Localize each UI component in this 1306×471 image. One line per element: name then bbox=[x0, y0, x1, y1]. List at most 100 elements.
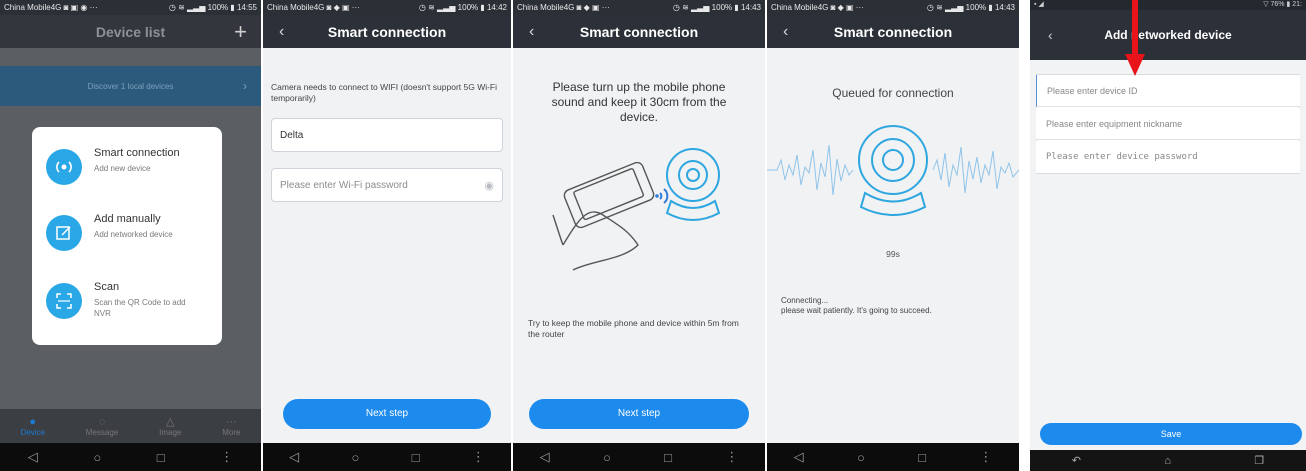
message-icon: ◌ bbox=[98, 415, 106, 428]
device-password-input[interactable]: Please enter device password bbox=[1036, 141, 1300, 173]
sound-wave-icon bbox=[655, 188, 669, 204]
recents-square-icon[interactable]: □ bbox=[664, 450, 672, 465]
menu-sub: Add new device bbox=[94, 164, 151, 173]
tab-image[interactable]: △ Image bbox=[159, 415, 181, 437]
tab-label: Message bbox=[85, 427, 119, 437]
queued-text: Queued for connection bbox=[832, 86, 954, 100]
page-title: Smart connection bbox=[833, 23, 953, 40]
more-icon: ··· bbox=[225, 415, 237, 428]
status-left: China Mobile4G ◙ ▣ ◉ ··· bbox=[4, 3, 98, 12]
status-bar: China Mobile4G ◙ ▣ ◉ ··· ◷ ≋ ▂▃▅ 100% ▮ … bbox=[0, 0, 261, 15]
tab-more[interactable]: ··· More bbox=[222, 416, 240, 437]
signal-icon: ▪ ◢ bbox=[1034, 1, 1044, 8]
android-nav-bar: ◁ ○ □ ⋮ bbox=[513, 443, 765, 471]
connecting-text: Connecting... bbox=[781, 296, 829, 305]
android-nav-bar: ↶ ⌂ ❐ bbox=[1030, 450, 1306, 471]
wait-text: please wait patiently. It's going to suc… bbox=[781, 306, 932, 315]
android-nav-bar: ◁ ○ □ ⋮ bbox=[767, 443, 1019, 471]
recents-square-icon[interactable]: □ bbox=[918, 450, 926, 465]
annotation-arrow-icon bbox=[1125, 0, 1145, 76]
menu-item-smart-connection[interactable]: Smart connection Add new device bbox=[46, 147, 208, 185]
tab-message[interactable]: ◌ Message bbox=[86, 416, 118, 437]
menu-dots-icon[interactable]: ⋮ bbox=[979, 449, 992, 465]
phone-to-camera-illustration bbox=[552, 148, 721, 271]
menu-dots-icon[interactable]: ⋮ bbox=[725, 449, 738, 465]
scan-icon bbox=[46, 283, 82, 319]
person-icon: ● bbox=[29, 415, 36, 428]
device-password-placeholder: Please enter device password bbox=[1046, 152, 1198, 162]
device-id-input[interactable]: Please enter device ID bbox=[1036, 75, 1300, 107]
back-triangle-icon[interactable]: ◁ bbox=[28, 449, 38, 465]
menu-dots-icon[interactable]: ⋮ bbox=[472, 449, 485, 465]
status-left: China Mobile4G ◙ ◆ ▣ ··· bbox=[517, 3, 610, 12]
status-left: China Mobile4G ◙ ◆ ▣ ··· bbox=[771, 3, 864, 12]
discover-text: Discover 1 local devices bbox=[87, 81, 174, 91]
camera-icon bbox=[665, 148, 721, 221]
back-triangle-icon[interactable]: ◁ bbox=[289, 449, 299, 465]
back-arrow-icon[interactable]: ↶ bbox=[1072, 454, 1081, 467]
back-chevron-icon[interactable]: ‹ bbox=[1048, 27, 1053, 43]
page-title: Device list bbox=[95, 23, 166, 40]
menu-item-add-manually[interactable]: Add manually Add networked device bbox=[46, 213, 208, 251]
eye-icon[interactable]: ◉ bbox=[484, 179, 494, 192]
wifi-name-field[interactable]: Delta bbox=[271, 118, 503, 152]
back-chevron-icon[interactable]: ‹ bbox=[529, 15, 534, 48]
screen-add-networked-device: ▪ ◢ ▽ 76% ▮ 21: ‹ Add networked device bbox=[1030, 0, 1306, 471]
recents-square-icon[interactable]: □ bbox=[412, 450, 420, 465]
screen-queued-connection: China Mobile4G ◙ ◆ ▣ ··· ◷ ≋ ▂▃▅ 100% ▮ … bbox=[767, 0, 1019, 471]
back-chevron-icon[interactable]: ‹ bbox=[783, 15, 788, 48]
status-right: ◷ ≋ ▂▃▅ 100% ▮ 14:43 bbox=[926, 3, 1015, 12]
recents-square-icon[interactable]: □ bbox=[157, 450, 165, 465]
back-triangle-icon[interactable]: ◁ bbox=[794, 449, 804, 465]
status-bar: China Mobile4G ◙ ◆ ▣ ··· ◷ ≋ ▂▃▅ 100% ▮ … bbox=[767, 0, 1019, 15]
android-nav-bar: ◁ ○ □ ⋮ bbox=[263, 443, 511, 471]
menu-sub: Scan the QR Code to add NVR bbox=[94, 298, 186, 318]
nickname-placeholder: Please enter equipment nickname bbox=[1046, 118, 1183, 129]
wifi-password-field[interactable]: Please enter Wi-Fi password ◉ bbox=[271, 168, 503, 202]
status-right: ◷ ≋ ▂▃▅ 100% ▮ 14:42 bbox=[418, 3, 507, 12]
discover-banner[interactable]: Discover 1 local devices › bbox=[0, 66, 261, 106]
device-id-placeholder: Please enter device ID bbox=[1047, 85, 1138, 96]
nickname-input[interactable]: Please enter equipment nickname bbox=[1036, 108, 1300, 140]
plus-icon[interactable]: + bbox=[234, 15, 247, 48]
tab-device[interactable]: ● Device bbox=[20, 416, 44, 437]
topbar: ‹ Smart connection bbox=[513, 15, 765, 48]
wifi-password-placeholder: Please enter Wi-Fi password bbox=[280, 179, 408, 191]
next-step-button[interactable]: Next step bbox=[529, 399, 749, 429]
save-button[interactable]: Save bbox=[1040, 423, 1302, 445]
tab-label: Device bbox=[20, 427, 45, 437]
status-left: China Mobile4G ◙ ◆ ▣ ··· bbox=[267, 3, 360, 12]
sound-wave-camera-illustration bbox=[767, 125, 1019, 216]
status-right: ◷ ≋ ▂▃▅ 100% ▮ 14:43 bbox=[672, 3, 761, 12]
countdown-text: 99s bbox=[886, 249, 900, 259]
instruction-text: Please turn up the mobile phone sound an… bbox=[551, 80, 727, 124]
hand-holding-phone-icon bbox=[552, 161, 655, 271]
back-triangle-icon[interactable]: ◁ bbox=[540, 449, 550, 465]
topbar: ‹ Smart connection bbox=[263, 15, 511, 48]
status-bar: China Mobile4G ◙ ◆ ▣ ··· ◷ ≋ ▂▃▅ 100% ▮ … bbox=[513, 0, 765, 15]
menu-title: Scan bbox=[94, 281, 120, 293]
home-circle-icon[interactable]: ○ bbox=[351, 450, 359, 465]
status-bar: China Mobile4G ◙ ◆ ▣ ··· ◷ ≋ ▂▃▅ 100% ▮ … bbox=[263, 0, 511, 15]
recents-icon[interactable]: ❐ bbox=[1254, 454, 1264, 467]
menu-item-scan[interactable]: Scan Scan the QR Code to add NVR bbox=[46, 281, 208, 319]
broadcast-icon bbox=[46, 149, 82, 185]
topbar: Device list + bbox=[0, 15, 261, 48]
menu-dots-icon[interactable]: ⋮ bbox=[220, 449, 233, 465]
menu-title: Smart connection bbox=[94, 147, 180, 159]
tab-label: Image bbox=[159, 428, 182, 437]
chevron-right-icon: › bbox=[243, 79, 247, 93]
next-step-button[interactable]: Next step bbox=[283, 399, 491, 429]
home-icon[interactable]: ⌂ bbox=[1164, 455, 1171, 467]
home-circle-icon[interactable]: ○ bbox=[857, 450, 865, 465]
back-chevron-icon[interactable]: ‹ bbox=[279, 15, 284, 48]
status-right: ◷ ≋ ▂▃▅ 100% ▮ 14:55 bbox=[168, 3, 257, 12]
edit-square-icon bbox=[46, 215, 82, 251]
home-circle-icon[interactable]: ○ bbox=[93, 450, 101, 465]
android-nav-bar: ◁ ○ □ ⋮ bbox=[0, 443, 261, 471]
home-circle-icon[interactable]: ○ bbox=[603, 450, 611, 465]
screen-smart-connection-wifi: China Mobile4G ◙ ◆ ▣ ··· ◷ ≋ ▂▃▅ 100% ▮ … bbox=[263, 0, 511, 471]
topbar: ‹ Smart connection bbox=[767, 15, 1019, 48]
image-icon: △ bbox=[166, 416, 175, 428]
bottom-tab-bar: ● Device ◌ Message △ Image ··· More bbox=[0, 409, 261, 443]
